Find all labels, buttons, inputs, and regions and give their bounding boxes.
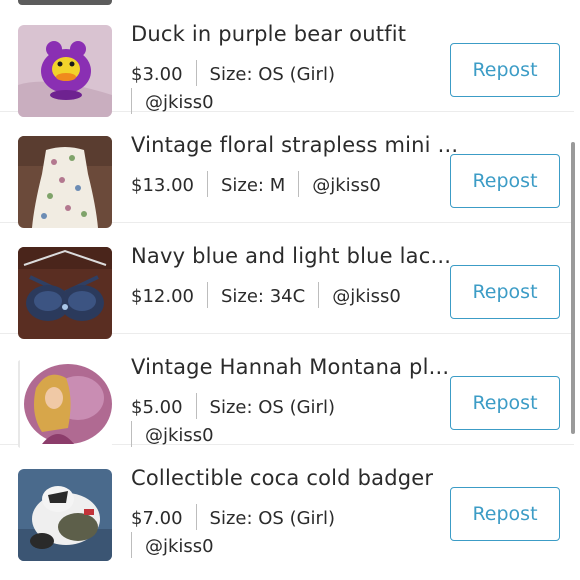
- meta-divider: [195, 393, 197, 419]
- listing-price: $3.00: [131, 64, 183, 85]
- listing-row: Vintage Hannah Montana pl... $5.00 Size: …: [0, 333, 574, 450]
- meta-divider: [131, 532, 132, 558]
- meta-divider: [206, 282, 208, 308]
- scrollbar[interactable]: [571, 142, 575, 434]
- listing-user[interactable]: @jkiss0: [145, 425, 214, 446]
- meta-divider: [298, 171, 300, 197]
- listing-thumbnail[interactable]: [18, 25, 112, 117]
- listing-price: $5.00: [131, 397, 183, 418]
- listing-user[interactable]: @jkiss0: [145, 92, 214, 113]
- listing-title[interactable]: Vintage floral strapless mini ...: [131, 133, 461, 157]
- listing-thumbnail[interactable]: [18, 469, 112, 561]
- listing-meta: $3.00 Size: OS (Girl): [131, 60, 335, 88]
- listing-title[interactable]: Collectible coca cold badger: [131, 466, 461, 490]
- listing-meta-second-line: @jkiss0: [131, 532, 214, 560]
- repost-button[interactable]: Repost: [450, 376, 560, 430]
- listing-user[interactable]: @jkiss0: [312, 175, 381, 196]
- listing-row: Collectible coca cold badger $7.00 Size: …: [0, 444, 574, 561]
- listing-meta: $12.00 Size: 34C @jkiss0: [131, 282, 401, 310]
- listing-size: Size: OS (Girl): [209, 397, 335, 418]
- listing-user[interactable]: @jkiss0: [332, 286, 401, 307]
- listing-title[interactable]: Navy blue and light blue lac...: [131, 244, 461, 268]
- listing-title[interactable]: Vintage Hannah Montana pl...: [131, 355, 461, 379]
- listing-meta: $13.00 Size: M @jkiss0: [131, 171, 381, 199]
- listing-thumbnail[interactable]: [18, 247, 112, 339]
- listing-row: Duck in purple bear outfit $3.00 Size: OS…: [0, 0, 574, 117]
- meta-divider: [195, 60, 197, 86]
- listing-price: $7.00: [131, 508, 183, 529]
- meta-divider: [195, 504, 197, 530]
- listing-size: Size: 34C: [220, 286, 306, 307]
- repost-button[interactable]: Repost: [450, 487, 560, 541]
- repost-button[interactable]: Repost: [450, 154, 560, 208]
- listing-thumbnail[interactable]: [18, 358, 112, 450]
- listing-meta: $7.00 Size: OS (Girl): [131, 504, 335, 532]
- listing-row: Navy blue and light blue lac... $12.00 Si…: [0, 222, 574, 339]
- listing-size: Size: OS (Girl): [209, 64, 335, 85]
- meta-divider: [318, 282, 320, 308]
- meta-divider: [206, 171, 208, 197]
- listing-row: Vintage floral strapless mini ... $13.00…: [0, 111, 574, 228]
- listing-price: $13.00: [131, 175, 194, 196]
- repost-button[interactable]: Repost: [450, 43, 560, 97]
- listing-title[interactable]: Duck in purple bear outfit: [131, 22, 461, 46]
- listing-thumbnail[interactable]: [18, 136, 112, 228]
- repost-button[interactable]: Repost: [450, 265, 560, 319]
- listing-size: Size: M: [220, 175, 286, 196]
- listing-meta: $5.00 Size: OS (Girl): [131, 393, 335, 421]
- listing-price: $12.00: [131, 286, 194, 307]
- listing-user[interactable]: @jkiss0: [145, 536, 214, 557]
- listing-size: Size: OS (Girl): [209, 508, 335, 529]
